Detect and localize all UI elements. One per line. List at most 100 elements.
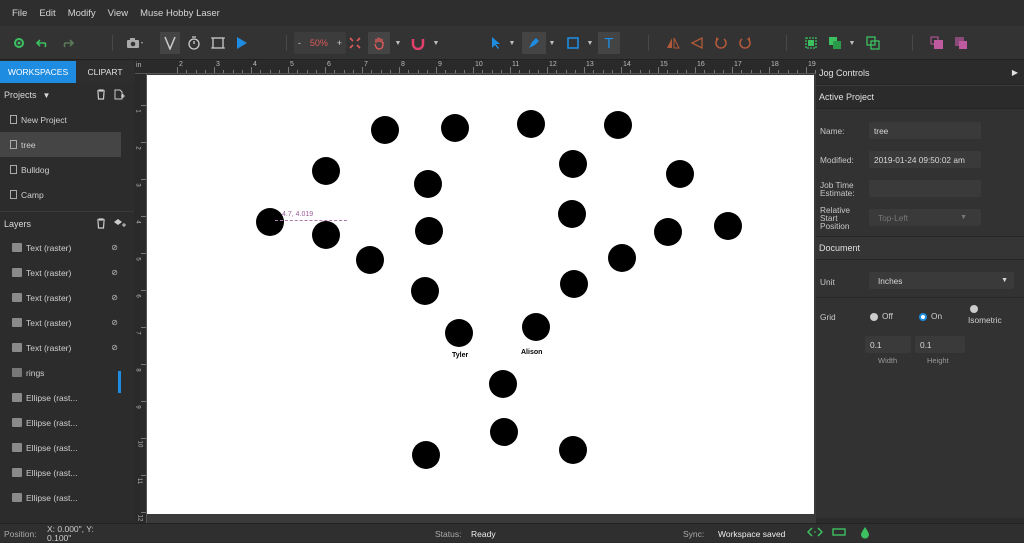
layer-item[interactable]: Ellipse (rast... (0, 410, 122, 435)
rectangle-icon[interactable] (562, 32, 584, 54)
project-item[interactable]: Bulldog (0, 157, 121, 182)
layer-item[interactable]: Ellipse (rast... (0, 435, 122, 460)
text-tool-icon[interactable]: T (598, 32, 620, 54)
menu-modify[interactable]: Modify (68, 8, 96, 19)
settings-icon[interactable] (10, 32, 28, 54)
chevron-down-icon[interactable]: ▼ (586, 32, 594, 54)
pen-icon[interactable] (522, 32, 546, 54)
trash-icon[interactable] (96, 89, 106, 102)
ellipse[interactable] (445, 319, 473, 347)
tab-clipart[interactable]: CLIPART (76, 61, 134, 83)
unit-select[interactable]: Inches ▼ (869, 272, 1014, 289)
ellipse[interactable] (412, 441, 440, 469)
layer-item[interactable]: Ellipse (rast... (0, 385, 122, 410)
ellipse[interactable] (256, 208, 284, 236)
ellipse[interactable] (312, 221, 340, 249)
projects-title[interactable]: Projects (4, 90, 37, 100)
layers-scrollbar[interactable] (118, 371, 121, 393)
layer-item[interactable]: rings (0, 360, 122, 385)
menu-edit[interactable]: Edit (39, 8, 55, 19)
ellipse[interactable] (559, 150, 587, 178)
group-icon[interactable] (802, 32, 820, 54)
ellipse[interactable] (560, 270, 588, 298)
layer-item[interactable]: Ellipse (rast... (0, 485, 122, 510)
eye-hidden-icon[interactable]: ⊘ (111, 268, 118, 277)
chevron-down-icon[interactable]: ▼ (43, 91, 51, 100)
grid-option-off[interactable]: Off (870, 311, 893, 321)
ellipse[interactable] (714, 212, 742, 240)
menu-view[interactable]: View (108, 8, 128, 19)
text-alison[interactable]: Alison (521, 349, 542, 356)
ellipse[interactable] (415, 217, 443, 245)
start-position-select[interactable]: Top-Left ▼ (869, 209, 981, 226)
layer-item[interactable]: Text (raster) ⊘ (0, 260, 122, 285)
chevron-down-icon[interactable]: ▼ (848, 32, 856, 54)
ellipse[interactable] (414, 170, 442, 198)
project-item[interactable]: Camp (0, 182, 121, 207)
ellipse[interactable] (604, 111, 632, 139)
chevron-down-icon[interactable]: ▼ (394, 32, 402, 54)
ellipse[interactable] (558, 200, 586, 228)
ellipse[interactable] (608, 244, 636, 272)
menu-file[interactable]: File (12, 8, 27, 19)
chevron-down-icon[interactable]: ▼ (508, 32, 516, 54)
chevron-down-icon[interactable]: ▼ (548, 32, 556, 54)
redo-icon[interactable] (58, 32, 76, 54)
ellipse[interactable] (312, 157, 340, 185)
design-canvas[interactable]: Tyler Alison 4.7, 4.019 (147, 75, 814, 514)
ellipse[interactable] (411, 277, 439, 305)
zoom-value[interactable]: 50% (310, 38, 328, 48)
layer-item[interactable]: Text (raster) ⊘ (0, 285, 122, 310)
rotate-right-icon[interactable] (736, 32, 754, 54)
ellipse[interactable] (356, 246, 384, 274)
add-layer-icon[interactable] (113, 218, 126, 231)
eye-hidden-icon[interactable]: ⊘ (111, 318, 118, 327)
pan-hand-icon[interactable] (368, 32, 390, 54)
eye-hidden-icon[interactable]: ⊘ (111, 343, 118, 352)
ellipse[interactable] (489, 370, 517, 398)
layer-item[interactable]: Text (raster) ⊘ (0, 235, 122, 260)
trace-icon[interactable] (160, 32, 180, 54)
eye-hidden-icon[interactable]: ⊘ (111, 243, 118, 252)
ungroup-icon[interactable] (864, 32, 882, 54)
text-tyler[interactable]: Tyler (452, 352, 468, 359)
combine-icon[interactable] (826, 32, 844, 54)
ellipse[interactable] (654, 218, 682, 246)
trash-icon[interactable] (96, 218, 106, 231)
zoom-in-button[interactable]: + (337, 38, 342, 48)
layer-item[interactable]: Ellipse (rast... (0, 460, 122, 485)
eye-hidden-icon[interactable]: ⊘ (111, 293, 118, 302)
new-project-icon[interactable] (114, 89, 125, 102)
water-drop-icon[interactable] (860, 526, 870, 541)
zoom-out-button[interactable]: - (298, 38, 301, 48)
flip-vertical-icon[interactable] (688, 32, 706, 54)
frame-icon[interactable] (208, 32, 228, 54)
play-icon[interactable] (232, 32, 252, 54)
chevron-down-icon[interactable]: ▼ (432, 32, 440, 54)
rotate-left-icon[interactable] (712, 32, 730, 54)
code-icon[interactable] (806, 527, 824, 539)
ellipse[interactable] (490, 418, 518, 446)
jog-controls-header[interactable]: Jog Controls ▶ (816, 61, 1024, 85)
flip-horizontal-icon[interactable] (664, 32, 682, 54)
ellipse[interactable] (559, 436, 587, 464)
ellipse[interactable] (517, 110, 545, 138)
connection-icon[interactable] (832, 528, 846, 538)
grid-option-isometric[interactable]: Isometric (968, 305, 1002, 325)
ellipse[interactable] (371, 116, 399, 144)
grid-height-field[interactable]: 0.1 (915, 336, 965, 353)
chevron-right-icon[interactable]: ▶ (1012, 68, 1018, 77)
magnet-icon[interactable] (408, 32, 428, 54)
undo-icon[interactable] (34, 32, 52, 54)
ellipse[interactable] (666, 160, 694, 188)
project-item[interactable]: tree (0, 132, 121, 157)
grid-width-field[interactable]: 0.1 (865, 336, 911, 353)
layer-item[interactable]: Text (raster) ⊘ (0, 335, 122, 360)
layer-item[interactable]: Text (raster) ⊘ (0, 310, 122, 335)
ellipse[interactable] (522, 313, 550, 341)
bring-forward-icon[interactable] (928, 32, 946, 54)
fit-icon[interactable] (346, 32, 364, 54)
grid-option-on[interactable]: On (919, 311, 942, 321)
tab-workspaces[interactable]: WORKSPACES (0, 61, 76, 83)
menu-app[interactable]: Muse Hobby Laser (140, 8, 220, 19)
